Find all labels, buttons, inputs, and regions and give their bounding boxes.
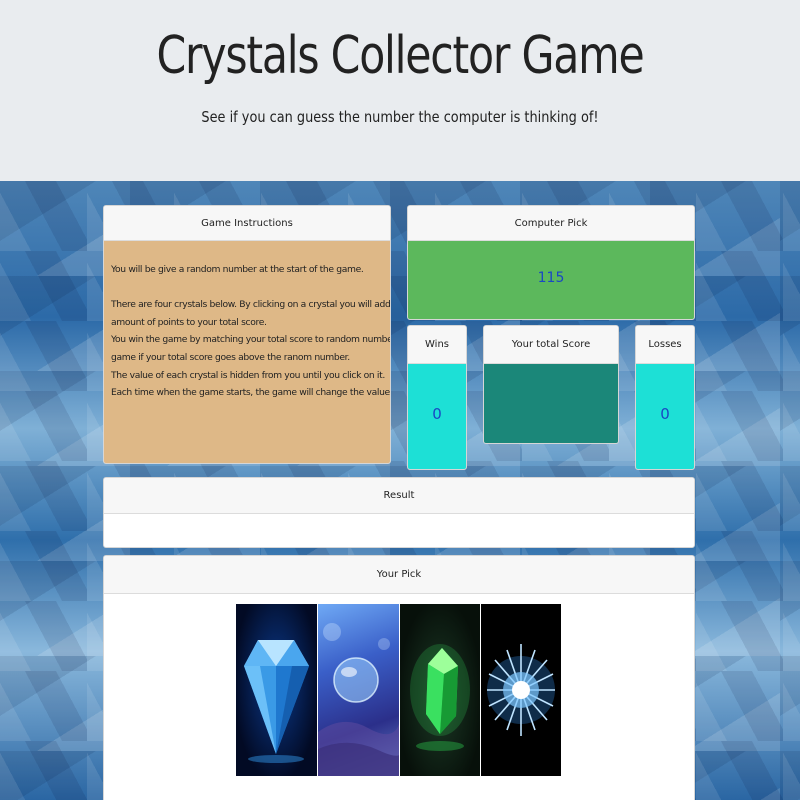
- blue-diamond-crystal-button[interactable]: [236, 604, 317, 776]
- instruction-line: Each time when the game starts, the game…: [111, 387, 390, 399]
- wins-card: Wins 0: [407, 325, 467, 470]
- wins-heading: Wins: [408, 326, 466, 364]
- instruction-line: [111, 279, 382, 297]
- page-subtitle: See if you can guess the number the comp…: [201, 108, 599, 126]
- instruction-line: The value of each crystal is hidden from…: [111, 369, 385, 381]
- page-title: Crystals Collector Game: [156, 26, 644, 86]
- losses-heading: Losses: [636, 326, 694, 364]
- total-score-card: Your total Score: [483, 325, 619, 444]
- instruction-line: There are four crystals below. By clicki…: [111, 299, 391, 311]
- blue-diamond-icon: [244, 640, 309, 763]
- computer-pick-card: Computer Pick 115: [407, 205, 695, 320]
- wins-value: 0: [408, 364, 466, 469]
- result-card: Result: [103, 477, 695, 548]
- computer-pick-value: 115: [408, 241, 694, 319]
- instruction-line: You will be give a random number at the …: [111, 264, 364, 275]
- header: Crystals Collector Game See if you can g…: [0, 0, 800, 181]
- blue-starburst-icon: [487, 644, 555, 736]
- instructions-body: You will be give a random number at the …: [104, 241, 391, 463]
- losses-value: 0: [636, 364, 694, 469]
- instructions-heading: Game Instructions: [104, 206, 390, 241]
- instruction-line: You win the game by matching your total …: [111, 334, 390, 346]
- instructions-card: Game Instructions You will be give a ran…: [103, 205, 391, 464]
- computer-pick-heading: Computer Pick: [408, 206, 694, 241]
- green-gem-crystal-button[interactable]: [400, 604, 480, 776]
- green-gem-icon: [410, 644, 470, 751]
- total-score-heading: Your total Score: [484, 326, 618, 364]
- blue-orb-icon: [318, 623, 399, 776]
- instruction-line: game if your total score goes above the …: [111, 351, 350, 363]
- your-pick-card: Your Pick: [103, 555, 695, 800]
- your-pick-heading: Your Pick: [104, 556, 694, 594]
- result-heading: Result: [104, 478, 694, 514]
- total-score-value: [484, 364, 618, 443]
- instruction-line: amount of points to your total score.: [111, 316, 267, 328]
- blue-starburst-crystal-button[interactable]: [481, 604, 561, 776]
- blue-orb-crystal-button[interactable]: [318, 604, 399, 776]
- losses-card: Losses 0: [635, 325, 695, 470]
